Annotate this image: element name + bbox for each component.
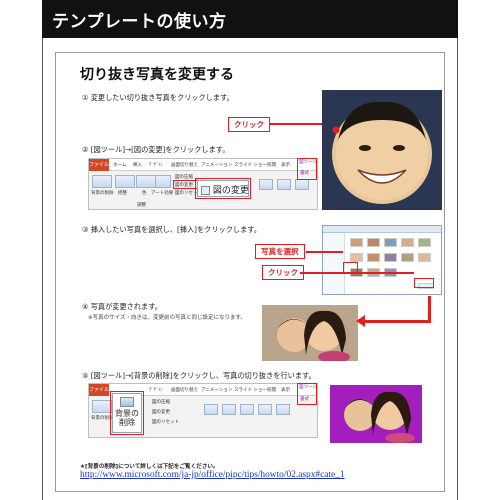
remove-background-icon[interactable] <box>92 175 112 188</box>
photo-thumb[interactable] <box>401 253 414 262</box>
ribbon-2-tab-transitions[interactable]: 画面切り替え <box>171 387 198 393</box>
callout-connector <box>306 251 343 253</box>
ribbon-1-tab-insert[interactable]: 挿入 <box>133 162 142 168</box>
header-bar: テンプレートの使い方 <box>42 0 458 38</box>
cutout-photo <box>330 385 422 443</box>
face-photo[interactable] <box>322 90 442 210</box>
ribbon-2-file-tab[interactable]: ファイル <box>89 384 109 396</box>
help-link[interactable]: http://www.microsoft.com/ja-jp/office/pi… <box>80 470 345 480</box>
page-title: テンプレートの使い方 <box>52 12 227 32</box>
ribbon-1-color-label: 色 <box>142 191 147 196</box>
ribbon-1-tab-animations[interactable]: アニメーション <box>201 162 232 168</box>
style-thumb-4[interactable] <box>258 404 272 415</box>
photo-thumb[interactable] <box>367 253 380 262</box>
color-icon[interactable] <box>136 175 156 188</box>
ribbon-2-tab-design[interactable]: ﾃﾞｻﾞｲﾝ <box>149 387 163 393</box>
photo-thumb[interactable] <box>384 238 397 247</box>
window-titlebar <box>323 226 441 233</box>
ribbon-1-tab-review[interactable]: 校閲 <box>267 162 276 168</box>
ribbon-2-format-tab[interactable]: 書式 <box>300 396 309 402</box>
compress-pictures-item-2[interactable]: 図の圧縮 <box>152 399 170 405</box>
flow-arrow-horizontal <box>364 320 431 323</box>
remove-background-small-icon[interactable] <box>92 400 112 413</box>
ribbon-1-corrections-label: 修整 <box>118 191 127 196</box>
photo-thumb[interactable] <box>418 238 431 247</box>
kids-photo-image <box>262 305 358 361</box>
step-4-note: ※写真のサイズ・向きは、変更前の写真と同じ設定になります。 <box>88 315 246 321</box>
corrections-icon[interactable] <box>115 175 135 188</box>
big-button-highlight-2 <box>110 391 144 435</box>
style-thumb-2[interactable] <box>277 179 291 190</box>
style-thumb-1[interactable] <box>259 179 273 190</box>
ribbon-1-tab-slideshow[interactable]: スライド ショー <box>234 162 267 168</box>
step-1-text: ① 変更したい切り抜き写真をクリックします。 <box>82 93 234 102</box>
insert-button-highlight <box>414 278 434 288</box>
photo-thumb[interactable] <box>401 238 414 247</box>
step-5-text: ⑤ [図ツール]→[背景の削除]をクリックし、写真の切り抜きを行います。 <box>82 371 316 380</box>
ribbon-1-file-tab[interactable]: ファイル <box>89 159 109 171</box>
big-button-highlight <box>195 178 251 199</box>
style-thumb-3[interactable] <box>295 179 309 190</box>
change-picture-item-2[interactable]: 図の変更 <box>152 409 170 415</box>
kids-photo <box>262 305 358 361</box>
step-2-text: ② [図ツール]→[図の変更]をクリックします。 <box>82 145 230 154</box>
ribbon-2-tab-view[interactable]: 表示 <box>281 387 290 393</box>
callout-connector <box>270 123 322 125</box>
photo-thumb[interactable] <box>350 253 363 262</box>
ribbon-1-tab-design[interactable]: ﾃﾞｻﾞｲﾝ <box>149 162 163 168</box>
footer-note: ★[背景の削除]について詳しくは下記をご覧ください。 <box>80 464 219 470</box>
tool-tab-highlight-1 <box>297 158 317 180</box>
photo-thumb[interactable] <box>384 253 397 262</box>
section-title: 切り抜き写真を変更する <box>80 67 234 83</box>
ribbon-1-format-tab[interactable]: 書式 <box>300 170 309 176</box>
ribbon-1-tabs: ファイル ホーム 挿入 ﾃﾞｻﾞｲﾝ 画面切り替え アニメーション スライド シ… <box>89 159 317 171</box>
window-sidebar <box>323 233 345 294</box>
step-3-text: ③ 挿入したい写真を選択し、[挿入]をクリックします。 <box>82 225 261 234</box>
reset-picture-item-2[interactable]: 図のリセット <box>152 419 179 425</box>
photo-thumb[interactable] <box>367 238 380 247</box>
ribbon-2-tab-animations[interactable]: アニメーション <box>201 387 232 393</box>
flow-arrow-vertical <box>428 296 431 322</box>
artistic-effects-icon[interactable] <box>155 175 171 188</box>
select-photo-callout: 写真を選択 <box>255 244 305 259</box>
click-callout-2: クリック <box>262 265 304 280</box>
photo-thumb[interactable] <box>418 253 431 262</box>
photo-thumb[interactable] <box>350 238 363 247</box>
ribbon-2-tab-review[interactable]: 校閲 <box>267 387 276 393</box>
ribbon-1-group-label: 調整 <box>137 203 146 208</box>
cutout-photo-image <box>330 385 422 443</box>
style-thumb-3[interactable] <box>240 404 254 415</box>
style-thumb-1[interactable] <box>204 404 218 415</box>
ribbon-2-tab-slideshow[interactable]: スライド ショー <box>234 387 267 393</box>
ribbon-1-tab-transitions[interactable]: 画面切り替え <box>171 162 198 168</box>
ribbon-1-artistic-label: アート効果 <box>151 191 174 196</box>
step-4-text: ④ 写真が変更されます。 <box>82 302 162 311</box>
flow-arrow-head <box>356 315 365 327</box>
ribbon-1-tab-view[interactable]: 表示 <box>281 162 290 168</box>
ribbon-1-remove-bg-label: 背景の削除 <box>91 191 114 196</box>
callout-connector <box>300 272 414 274</box>
style-thumb-2[interactable] <box>222 404 236 415</box>
style-thumb-5[interactable] <box>276 404 290 415</box>
ribbon-1-tab-home[interactable]: ホーム <box>113 162 126 168</box>
face-photo-image <box>322 90 442 210</box>
click-callout-1: クリック <box>228 117 270 132</box>
